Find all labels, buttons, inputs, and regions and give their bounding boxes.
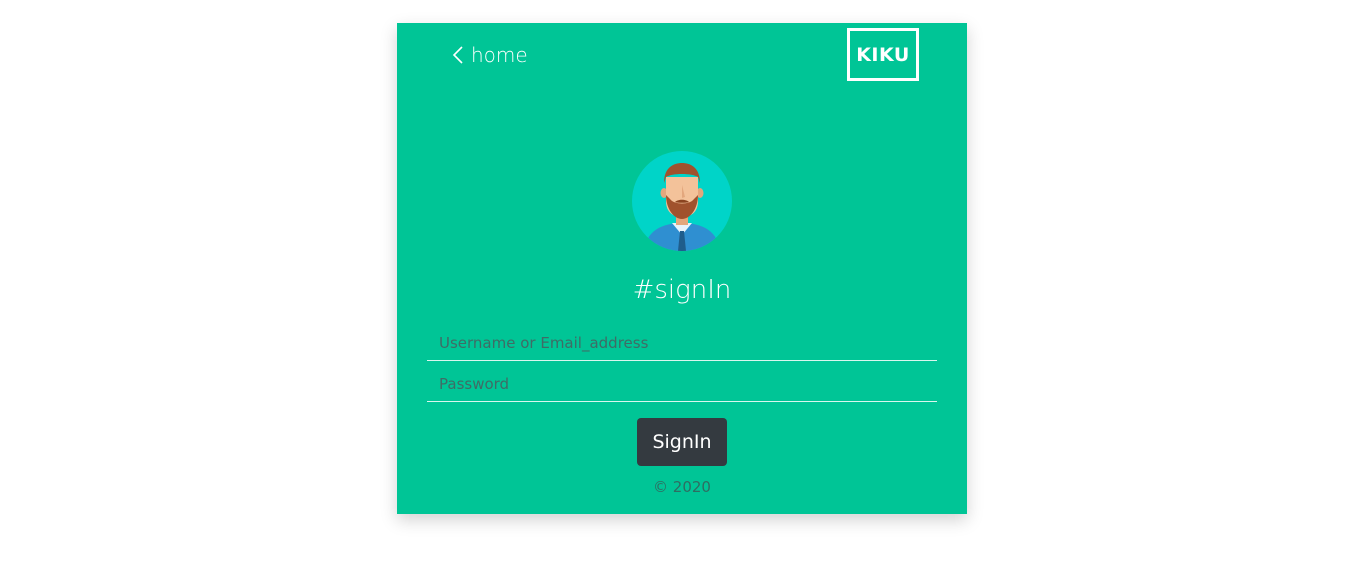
signin-button-label: SignIn bbox=[652, 431, 712, 453]
page-title: #signIn bbox=[632, 275, 732, 305]
username-input[interactable] bbox=[427, 325, 937, 361]
brand-logo-text: KIKU bbox=[856, 43, 910, 66]
signin-card: home KIKU #signIn Username or Email_addr… bbox=[397, 23, 967, 514]
home-link-label: home bbox=[471, 43, 528, 67]
brand-logo[interactable]: KIKU bbox=[847, 28, 919, 81]
chevron-left-icon bbox=[452, 46, 463, 64]
home-link[interactable]: home bbox=[451, 43, 528, 67]
copyright-text: © 2020 bbox=[653, 478, 711, 496]
avatar-image bbox=[632, 151, 732, 251]
password-input[interactable] bbox=[427, 366, 937, 402]
signin-button[interactable]: SignIn bbox=[637, 418, 727, 466]
